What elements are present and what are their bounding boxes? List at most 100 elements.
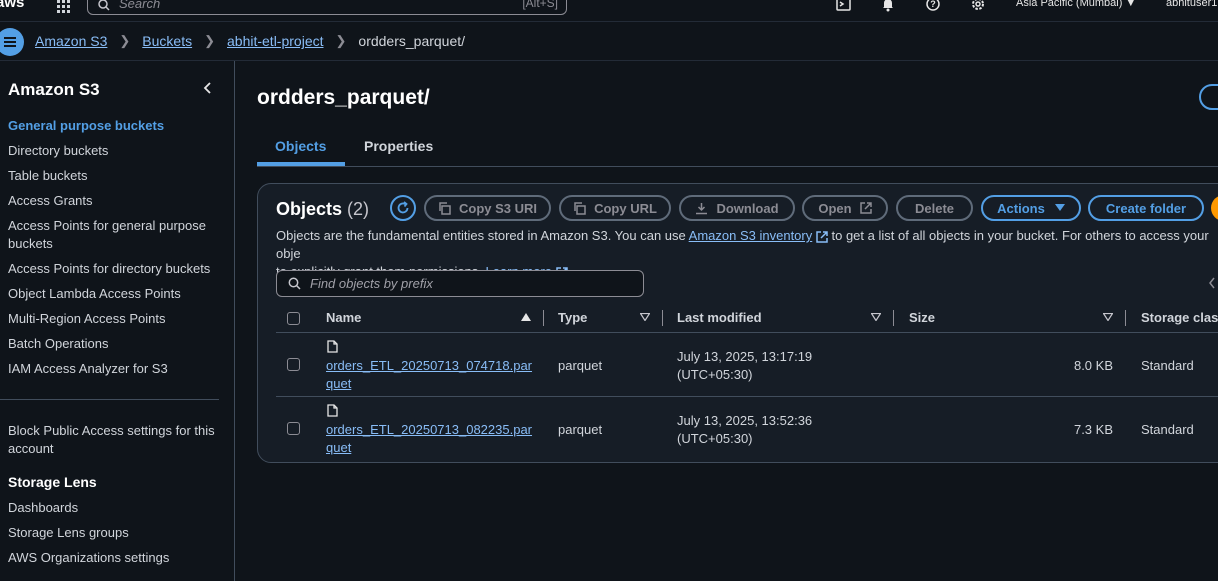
download-button[interactable]: Download <box>679 195 795 221</box>
object-type: parquet <box>558 422 603 437</box>
services-grid-icon[interactable] <box>56 0 72 14</box>
breadcrumb-buckets[interactable]: Buckets <box>142 33 192 49</box>
object-name-link[interactable]: orders_ETL_20250713_082235.par quet <box>326 421 532 457</box>
file-icon <box>327 340 338 353</box>
refresh-icon <box>397 201 409 214</box>
sort-icon[interactable] <box>1103 313 1113 321</box>
actions-dropdown-button[interactable]: Actions <box>981 195 1081 221</box>
breadcrumb-amazon-s3[interactable]: Amazon S3 <box>35 33 107 49</box>
column-header-type[interactable]: Type <box>558 310 587 325</box>
modified-timezone: (UTC+05:30) <box>677 367 753 382</box>
cloudshell-icon[interactable] <box>836 0 852 12</box>
delete-label: Delete <box>914 200 955 216</box>
account-menu[interactable]: abhituser1 <box>1166 0 1217 9</box>
create-folder-label: Create folder <box>1105 200 1187 216</box>
previous-page-icon[interactable] <box>1208 277 1216 289</box>
sort-ascending-icon[interactable] <box>521 313 531 321</box>
sort-icon[interactable] <box>871 313 881 321</box>
copy-s3-uri-header-button[interactable] <box>1199 84 1218 110</box>
sort-icon[interactable] <box>640 313 650 321</box>
side-navigation-toggle-button[interactable] <box>0 28 24 56</box>
notifications-bell-icon[interactable] <box>880 0 896 12</box>
caret-down-icon <box>1054 204 1065 212</box>
column-divider <box>662 310 663 326</box>
sidebar-item-access-points-directory[interactable]: Access Points for directory buckets <box>8 260 223 278</box>
column-divider <box>1125 310 1126 326</box>
object-size: 8.0 KB <box>1073 358 1113 373</box>
modified-date: July 13, 2025, 13:52:36 <box>677 413 813 428</box>
sidebar-item-iam-access-analyzer[interactable]: IAM Access Analyzer for S3 <box>8 360 223 378</box>
objects-heading: Objects <box>276 199 343 219</box>
sidebar-item-access-grants[interactable]: Access Grants <box>8 192 223 210</box>
object-name-line-2[interactable]: quet <box>326 440 351 455</box>
find-objects-input[interactable]: Find objects by prefix <box>276 270 644 297</box>
external-link-icon <box>816 230 828 243</box>
row-checkbox[interactable] <box>287 422 300 435</box>
sidebar-item-batch-operations[interactable]: Batch Operations <box>8 335 223 353</box>
column-divider <box>543 310 544 326</box>
page-title: ordders_parquet/ <box>257 86 430 109</box>
table-row[interactable]: orders_ETL_20250713_082235.par quet parq… <box>276 397 1218 460</box>
column-header-name[interactable]: Name <box>326 310 361 325</box>
sidebar-item-block-public-access[interactable]: Block Public Access settings for this ac… <box>8 422 223 458</box>
object-name-line-2[interactable]: quet <box>326 376 351 391</box>
sidebar-item-storage-lens-groups[interactable]: Storage Lens groups <box>8 524 223 542</box>
aws-logo-text: aws <box>0 0 25 11</box>
sidebar-item-organizations-settings[interactable]: AWS Organizations settings <box>8 549 223 567</box>
object-storage-class: Standard <box>1141 358 1194 373</box>
upload-button[interactable] <box>1211 195 1218 221</box>
select-all-checkbox[interactable] <box>287 312 300 325</box>
object-last-modified: July 13, 2025, 13:17:19 (UTC+05:30) <box>677 348 812 384</box>
row-checkbox[interactable] <box>287 358 300 371</box>
refresh-button[interactable] <box>390 195 416 221</box>
search-shortcut: [Alt+S] <box>522 0 558 10</box>
object-size: 7.3 KB <box>1073 422 1113 437</box>
object-last-modified: July 13, 2025, 13:52:36 (UTC+05:30) <box>677 412 812 448</box>
objects-panel: Objects (2) Copy S3 URI Copy URL Downloa… <box>257 183 1218 463</box>
tab-properties[interactable]: Properties <box>364 138 433 154</box>
sidebar-item-general-purpose-buckets[interactable]: General purpose buckets <box>8 117 223 135</box>
breadcrumb-bucket[interactable]: abhit-etl-project <box>227 33 324 49</box>
sidebar-title: Amazon S3 <box>8 80 100 99</box>
close-sidebar-icon[interactable] <box>203 81 213 95</box>
help-icon[interactable]: ? <box>925 0 941 12</box>
breadcrumb-bar: Amazon S3 ❯ Buckets ❯ abhit-etl-project … <box>0 22 1218 61</box>
modified-date: July 13, 2025, 13:17:19 <box>677 349 813 364</box>
sidebar-divider <box>0 399 219 400</box>
settings-gear-icon[interactable] <box>970 0 986 12</box>
region-selector[interactable]: Asia Pacific (Mumbai) ▼ <box>1016 0 1136 9</box>
object-name-line-1[interactable]: orders_ETL_20250713_074718.par <box>326 358 532 373</box>
tab-list: Objects Properties <box>257 128 1218 167</box>
chevron-right-icon: ❯ <box>204 33 215 48</box>
actions-label: Actions <box>997 200 1045 216</box>
tab-objects[interactable]: Objects <box>275 138 326 154</box>
sidebar-nav-list: General purpose buckets Directory bucket… <box>8 117 223 385</box>
sidebar-item-table-buckets[interactable]: Table buckets <box>8 167 223 185</box>
active-tab-indicator <box>257 162 345 166</box>
sidebar-item-dashboards[interactable]: Dashboards <box>8 499 223 517</box>
sidebar-item-object-lambda[interactable]: Object Lambda Access Points <box>8 285 223 303</box>
column-header-last-modified[interactable]: Last modified <box>677 310 762 325</box>
column-header-storage-class[interactable]: Storage class <box>1141 310 1218 325</box>
copy-s3-uri-button[interactable]: Copy S3 URI <box>424 195 551 221</box>
object-name-line-1[interactable]: orders_ETL_20250713_082235.par <box>326 422 532 437</box>
table-row[interactable]: orders_ETL_20250713_074718.par quet parq… <box>276 333 1218 397</box>
external-link-icon <box>859 202 872 214</box>
s3-inventory-link[interactable]: Amazon S3 inventory <box>689 228 813 243</box>
object-name-link[interactable]: orders_ETL_20250713_074718.par quet <box>326 357 532 393</box>
sidebar-item-access-points-general[interactable]: Access Points for general purpose bucket… <box>8 217 223 253</box>
copy-icon <box>438 201 451 215</box>
global-search-input[interactable]: Search [Alt+S] <box>87 0 567 15</box>
chevron-right-icon: ❯ <box>119 33 131 48</box>
copy-url-button[interactable]: Copy URL <box>559 195 671 221</box>
aws-logo[interactable]: aws <box>0 0 30 20</box>
create-folder-button[interactable]: Create folder <box>1088 195 1204 221</box>
sidebar-item-multi-region[interactable]: Multi-Region Access Points <box>8 310 223 328</box>
open-button[interactable]: Open <box>802 195 888 221</box>
search-placeholder: Search <box>119 0 161 11</box>
sidebar-item-directory-buckets[interactable]: Directory buckets <box>8 142 223 160</box>
delete-button[interactable]: Delete <box>896 195 973 221</box>
copy-s3-uri-label: Copy S3 URI <box>458 200 537 216</box>
column-header-size[interactable]: Size <box>909 310 935 325</box>
copy-url-label: Copy URL <box>594 200 657 216</box>
